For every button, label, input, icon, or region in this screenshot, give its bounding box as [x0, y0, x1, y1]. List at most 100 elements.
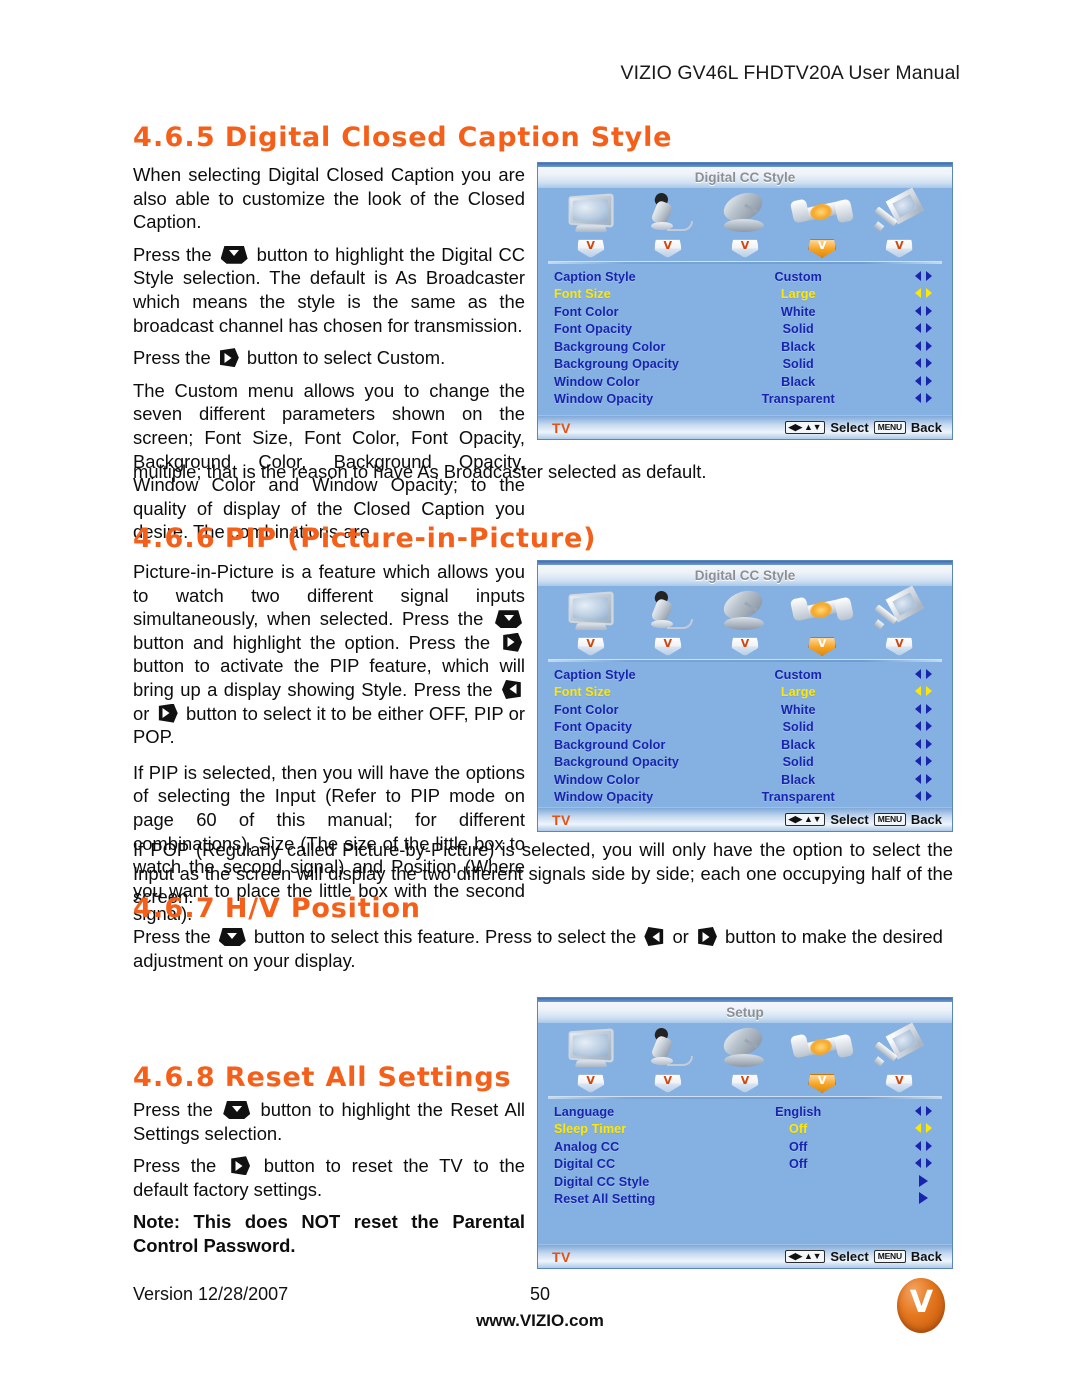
osd-menu-row[interactable]: Backgroung Opacity Solid — [554, 356, 936, 374]
osd-icon-microphone[interactable]: V — [631, 1026, 705, 1093]
osd-icon-wrench[interactable]: V — [785, 191, 859, 258]
osd-menu-list: Caption Style Custom Font Size Large Font … — [538, 264, 952, 408]
section-number: 4.6.5 — [133, 122, 216, 153]
osd-menu-row[interactable]: Caption Style Custom — [554, 666, 936, 684]
osd-icon-satellite-dish[interactable]: V — [708, 187, 782, 258]
left-right-arrow-icon[interactable] — [910, 773, 936, 786]
osd-row-label: Background Opacity — [554, 755, 679, 770]
osd-row-label: Font Opacity — [554, 322, 633, 337]
left-right-arrow-icon[interactable] — [910, 358, 936, 370]
osd-tab[interactable]: V — [730, 239, 759, 258]
osd-menu-row[interactable]: Analog CC Off — [554, 1138, 936, 1156]
osd-tab[interactable]: V — [730, 637, 759, 656]
osd-source-label: TV — [552, 1248, 571, 1265]
left-right-arrow-icon[interactable] — [910, 1123, 936, 1135]
left-right-arrow-icon[interactable] — [910, 791, 936, 803]
osd-back-label: Back — [910, 1249, 942, 1264]
osd-menu-row[interactable]: Language English — [554, 1103, 936, 1121]
osd-menu-row[interactable]: Background Color Black — [554, 736, 936, 754]
osd-icon-monitor[interactable]: V — [554, 1026, 628, 1093]
osd-menu-row[interactable]: Font Color White — [554, 701, 936, 719]
osd-row-value: Large — [780, 685, 816, 700]
left-right-arrow-icon[interactable] — [910, 668, 936, 681]
osd-row-label: Window Opacity — [554, 392, 654, 407]
osd-row-label: Window Opacity — [554, 790, 654, 805]
osd-tab[interactable]: V — [576, 637, 605, 656]
osd-tab[interactable]: V — [730, 1074, 759, 1093]
osd-icon-monitor[interactable]: V — [554, 191, 628, 258]
osd-icon-microphone[interactable]: V — [631, 589, 705, 656]
osd-menu-row[interactable]: Window Opacity Transparent — [554, 789, 936, 807]
left-right-arrow-icon[interactable] — [910, 393, 936, 405]
osd-icon-key[interactable]: V — [862, 1022, 936, 1093]
osd-icon-satellite-dish[interactable]: V — [708, 585, 782, 656]
osd-panel-setup[interactable]: Setup V V V V V Language English Sleep T… — [537, 997, 953, 1269]
osd-menu-row[interactable]: Window Color Black — [554, 373, 936, 391]
osd-select-label: Select — [830, 812, 869, 827]
left-right-arrow-icon[interactable] — [910, 1105, 936, 1118]
left-right-arrow-icon[interactable] — [910, 1140, 936, 1153]
microphone-icon — [637, 191, 699, 236]
osd-tab-letter: V — [817, 1074, 827, 1087]
osd-icon-microphone[interactable]: V — [631, 191, 705, 258]
left-right-arrow-icon[interactable] — [910, 305, 936, 318]
osd-icon-key[interactable]: V — [862, 187, 936, 258]
osd-menu-row[interactable]: Digital CC Style — [554, 1173, 936, 1191]
osd-menu-row-selected[interactable]: Font Size Large — [554, 684, 936, 702]
osd-row-value: Black — [781, 339, 816, 354]
osd-menu-row[interactable]: Reset All Setting — [554, 1191, 936, 1209]
left-right-arrow-icon[interactable] — [910, 340, 936, 353]
osd-tab-active[interactable]: V — [808, 1074, 837, 1093]
osd-tab-active[interactable]: V — [808, 239, 837, 258]
osd-menu-row[interactable]: Background Opacity Solid — [554, 754, 936, 772]
left-right-arrow-icon[interactable] — [910, 738, 936, 751]
osd-row-value: Solid — [782, 720, 814, 735]
osd-row-label: Background Color — [554, 737, 666, 752]
osd-back-label: Back — [910, 420, 942, 435]
section-4-6-5-wrap-line: multiple; that is the reason to have As … — [133, 460, 953, 484]
osd-menu-row[interactable]: Window Color Black — [554, 771, 936, 789]
osd-menu-row[interactable]: Font Opacity Solid — [554, 719, 936, 737]
osd-status-bar: TV ◀▶ ▲▼ Select MENU Back — [538, 807, 952, 831]
left-right-arrow-icon[interactable] — [910, 721, 936, 733]
osd-menu-row[interactable]: Window Opacity Transparent — [554, 391, 936, 409]
osd-menu-row[interactable]: Font Color White — [554, 303, 936, 321]
osd-menu-row[interactable]: Backgroung Color Black — [554, 338, 936, 356]
left-right-arrow-icon[interactable] — [910, 1158, 936, 1170]
osd-icon-wrench[interactable]: V — [785, 1026, 859, 1093]
osd-tab[interactable]: V — [576, 1074, 605, 1093]
menu-key-icon: MENU — [873, 813, 906, 826]
right-arrow-icon[interactable] — [910, 1174, 936, 1189]
left-right-arrow-icon[interactable] — [910, 756, 936, 768]
osd-tab[interactable]: V — [653, 1074, 682, 1093]
osd-icon-satellite-dish[interactable]: V — [708, 1022, 782, 1093]
osd-tab[interactable]: V — [653, 239, 682, 258]
osd-tab[interactable]: V — [885, 637, 914, 656]
osd-tab[interactable]: V — [576, 239, 605, 258]
osd-menu-row-selected[interactable]: Font Size Large — [554, 286, 936, 304]
osd-tab-active[interactable]: V — [808, 637, 837, 656]
osd-tab[interactable]: V — [885, 1074, 914, 1093]
osd-menu-row[interactable]: Caption Style Custom — [554, 268, 936, 286]
osd-menu-row[interactable]: Digital CC Off — [554, 1156, 936, 1174]
osd-panel-digital-cc-style-2[interactable]: Digital CC Style V V V V V Caption Style… — [537, 560, 953, 832]
osd-icon-key[interactable]: V — [862, 585, 936, 656]
document-header-title: VIZIO GV46L FHDTV20A User Manual — [620, 62, 960, 84]
osd-menu-row[interactable]: Font Opacity Solid — [554, 321, 936, 339]
right-arrow-icon[interactable] — [910, 1192, 936, 1206]
left-right-arrow-icon[interactable] — [910, 270, 936, 283]
left-right-arrow-icon[interactable] — [910, 703, 936, 716]
left-right-arrow-icon[interactable] — [910, 323, 936, 335]
osd-icon-wrench[interactable]: V — [785, 589, 859, 656]
osd-tab[interactable]: V — [885, 239, 914, 258]
left-right-arrow-icon[interactable] — [910, 686, 936, 698]
osd-tab[interactable]: V — [653, 637, 682, 656]
osd-panel-digital-cc-style-1[interactable]: Digital CC Style V V V V V Caption Style… — [537, 162, 953, 440]
osd-row-value: Black — [781, 772, 816, 787]
left-right-arrow-icon[interactable] — [910, 288, 936, 300]
left-right-arrow-icon[interactable] — [910, 375, 936, 388]
satellite-dish-icon — [714, 1022, 776, 1071]
osd-menu-row-selected[interactable]: Sleep Timer Off — [554, 1121, 936, 1139]
osd-row-label: Caption Style — [554, 667, 636, 682]
osd-icon-monitor[interactable]: V — [554, 589, 628, 656]
